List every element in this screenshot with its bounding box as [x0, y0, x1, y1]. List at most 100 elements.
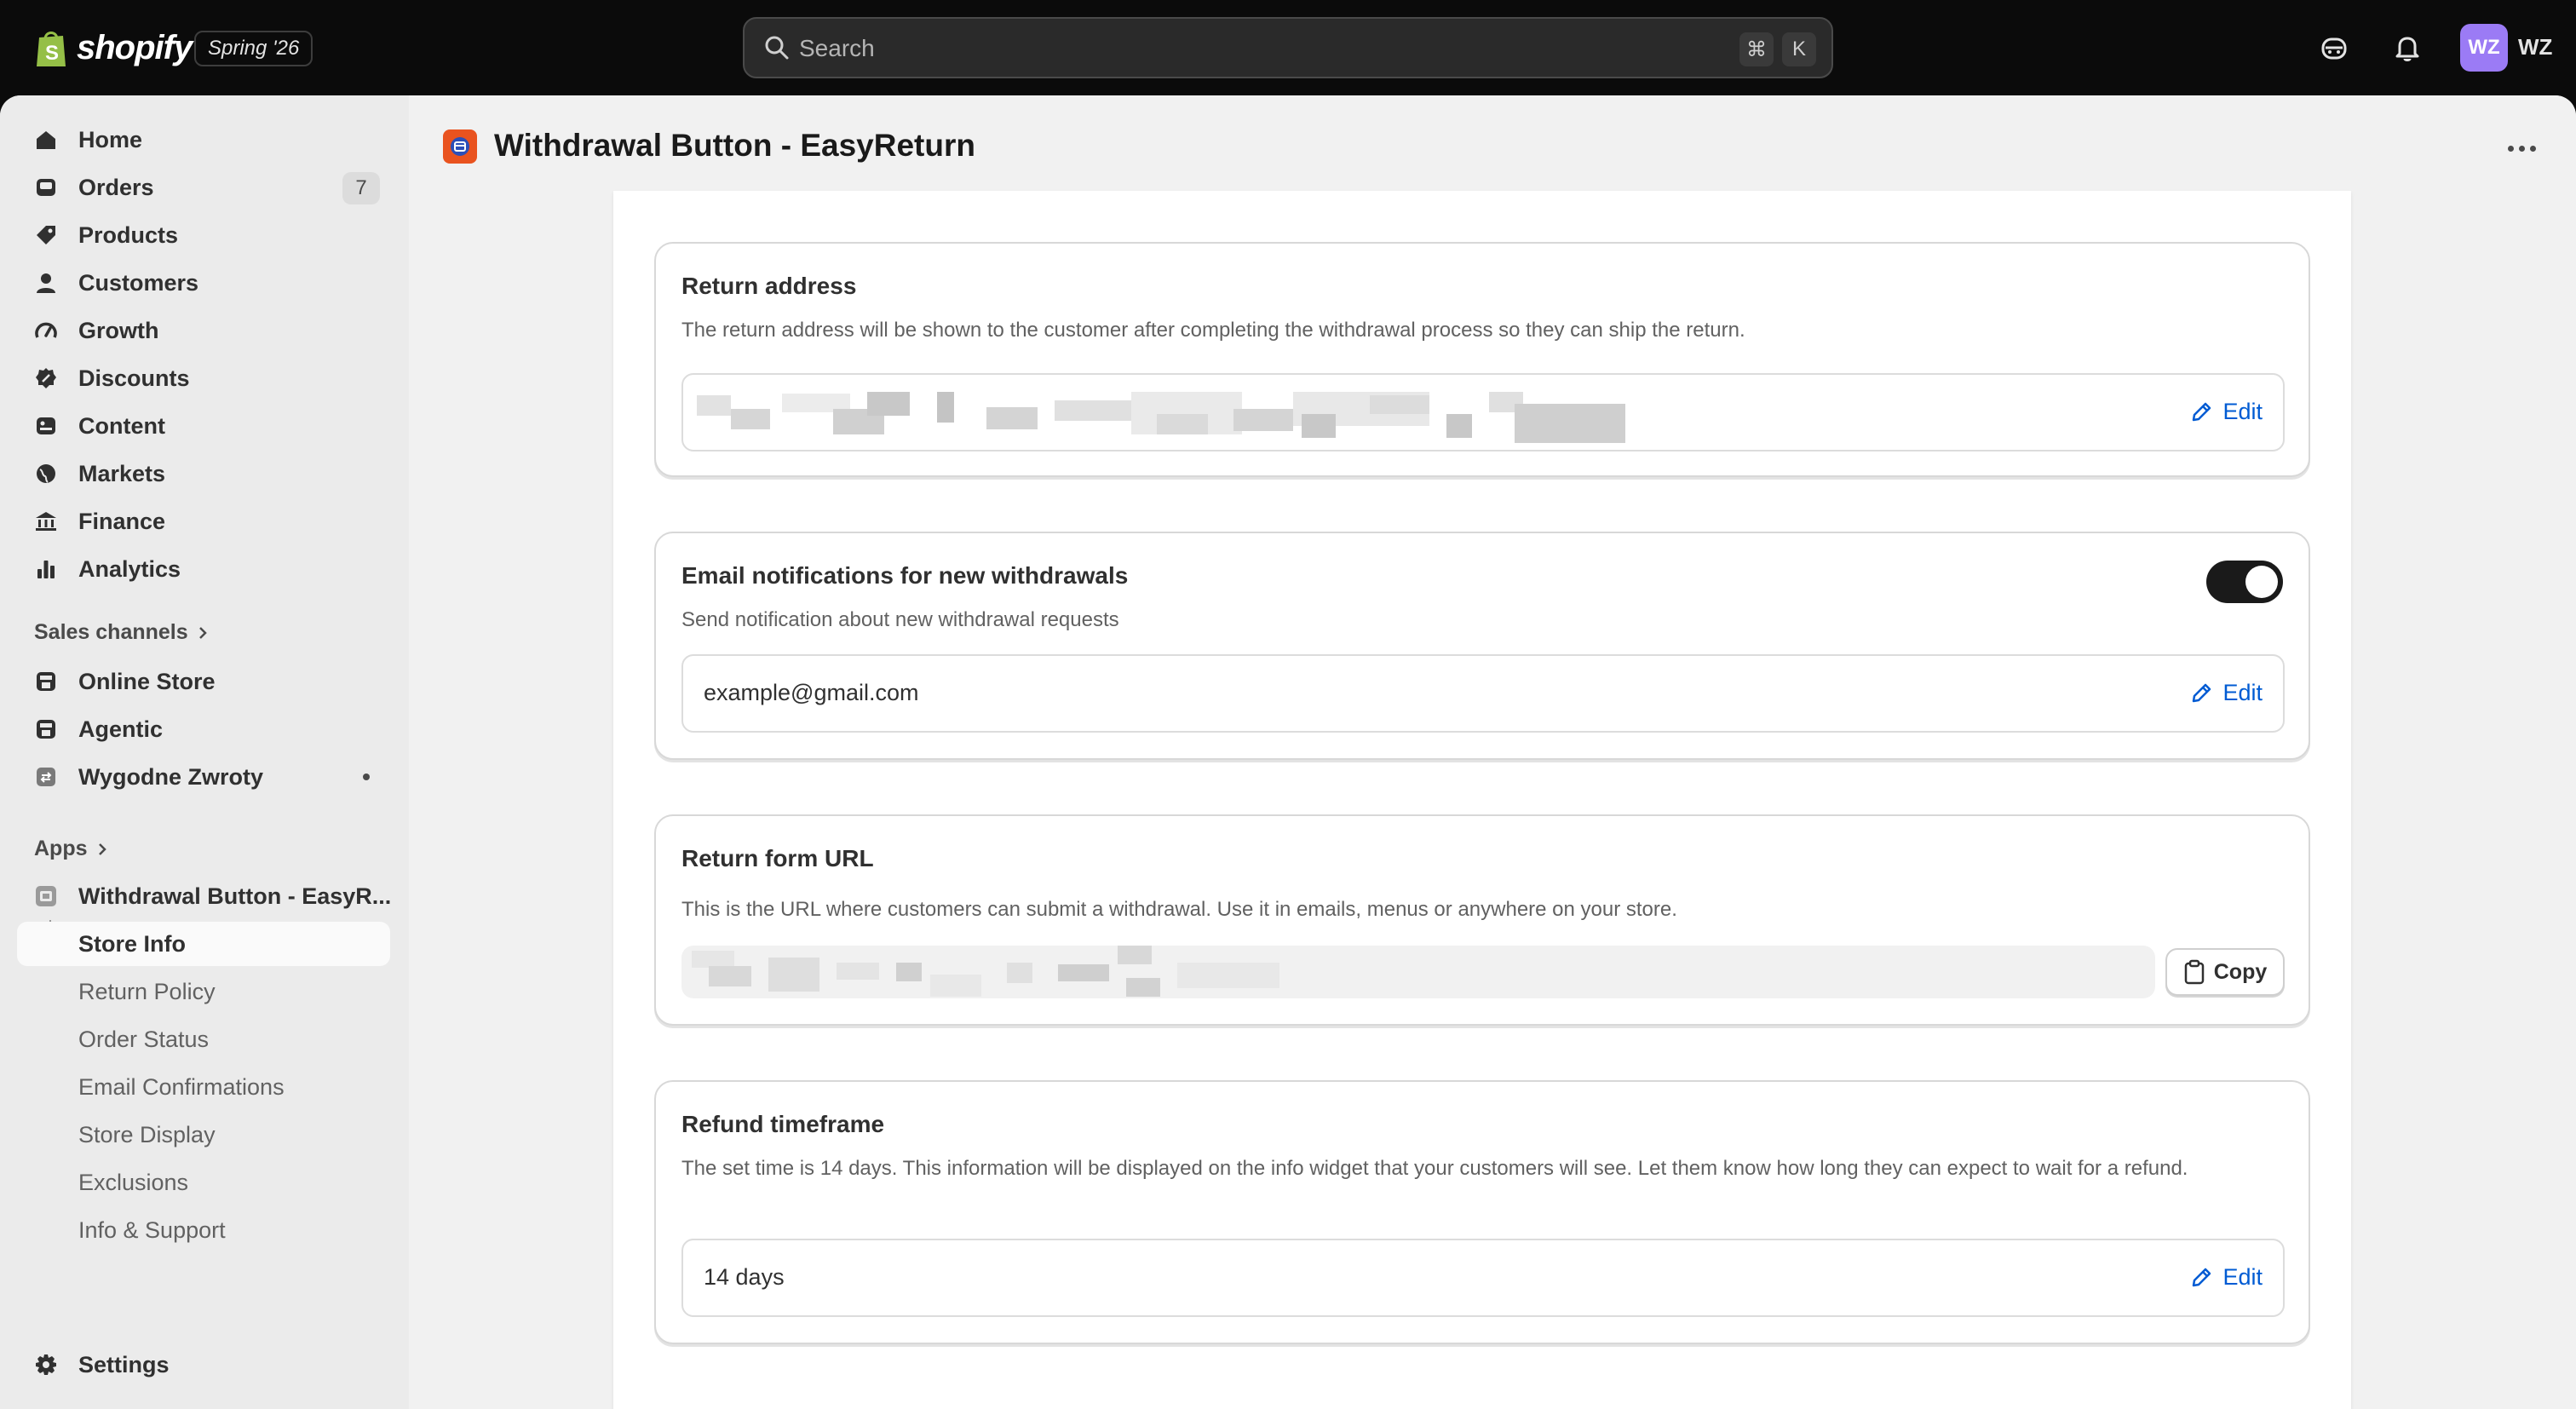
- sidebar-item-label: Products: [78, 221, 179, 248]
- sidebar-item-label: Customers: [78, 269, 199, 296]
- sidebar-item-label: Exclusions: [78, 1169, 189, 1195]
- search-bar[interactable]: Search ⌘ K: [743, 17, 1833, 78]
- section-title: Return address: [681, 273, 857, 299]
- discount-icon: [34, 366, 58, 390]
- bank-icon: [34, 509, 58, 533]
- shopify-logo[interactable]: S shopify: [34, 24, 193, 72]
- content-card: Return address The return address will b…: [613, 191, 2351, 1409]
- sidebar-item-label: Growth: [78, 317, 159, 343]
- copy-url-button[interactable]: Copy: [2165, 948, 2285, 996]
- sidebar-item-markets[interactable]: Markets: [17, 451, 390, 496]
- sales-channels-heading[interactable]: Sales channels: [34, 620, 209, 645]
- edit-return-address-button[interactable]: Edit: [2188, 399, 2263, 425]
- page-title: Withdrawal Button - EasyReturn: [494, 128, 975, 163]
- sidebar-item-exclusions[interactable]: Exclusions: [17, 1160, 390, 1205]
- sidebar-item-label: Markets: [78, 460, 166, 486]
- user-name[interactable]: WZ: [2518, 34, 2552, 60]
- section-title: Refund timeframe: [681, 1111, 885, 1137]
- sidebar-item-order-status[interactable]: Order Status: [17, 1017, 390, 1061]
- sales-channels-label: Sales channels: [34, 620, 188, 644]
- sidebar-item-label: Info & Support: [78, 1216, 226, 1243]
- pencil-icon: [2193, 1268, 2211, 1286]
- sidebar-item-content[interactable]: Content: [17, 404, 390, 448]
- shortcut-cmd-key: ⌘: [1739, 32, 1774, 66]
- pencil-icon: [2193, 402, 2211, 421]
- clipboard-icon: [2184, 959, 2204, 985]
- store-icon: [34, 717, 58, 741]
- more-actions-icon[interactable]: [2498, 133, 2545, 164]
- sidebar-item-agentic[interactable]: Agentic: [17, 707, 390, 751]
- sidebar-item-analytics[interactable]: Analytics: [17, 547, 390, 591]
- top-bar: S shopify Spring '26 Search ⌘ K WZ WZ: [0, 0, 2576, 95]
- edit-refund-timeframe-button[interactable]: Edit: [2188, 1264, 2263, 1291]
- shortcut-k-key: K: [1782, 32, 1816, 66]
- section-description: The set time is 14 days. This informatio…: [681, 1157, 2188, 1180]
- edit-label: Edit: [2222, 399, 2263, 424]
- section-title: Email notifications for new withdrawals: [681, 562, 1129, 589]
- svg-text:S: S: [45, 42, 59, 65]
- return-address-field: Edit: [681, 373, 2285, 451]
- unread-dot: [363, 774, 370, 780]
- sidebar-item-label: Withdrawal Button - EasyR...: [78, 883, 392, 909]
- sidebar-item-info-support[interactable]: Info & Support: [17, 1208, 390, 1252]
- sidebar-item-label: Analytics: [78, 555, 181, 582]
- sidebar-item-label: Return Policy: [78, 978, 216, 1004]
- sidebar-item-label: Orders: [78, 174, 154, 200]
- search-input[interactable]: Search: [799, 34, 875, 63]
- apps-label: Apps: [34, 837, 88, 860]
- notification-email-value: example@gmail.com: [704, 680, 919, 705]
- sidebar-item-store-display[interactable]: Store Display: [17, 1113, 390, 1157]
- sidebar-item-wygodne-zwroty[interactable]: Wygodne Zwroty: [17, 755, 390, 799]
- app-logo-icon: [443, 129, 477, 164]
- store-icon: [34, 670, 58, 693]
- sidebar-item-orders[interactable]: Orders 7: [17, 165, 390, 210]
- edition-badge[interactable]: Spring '26: [194, 31, 313, 66]
- sidebar-item-discounts[interactable]: Discounts: [17, 356, 390, 400]
- app-icon: [34, 884, 58, 908]
- section-title: Return form URL: [681, 845, 874, 871]
- globe-icon: [34, 462, 58, 486]
- sidebar-item-growth[interactable]: Growth: [17, 308, 390, 353]
- sidebar-item-online-store[interactable]: Online Store: [17, 659, 390, 704]
- return-address-section: Return address The return address will b…: [654, 242, 2310, 477]
- bar-chart-icon: [34, 557, 58, 581]
- orders-icon: [34, 175, 58, 199]
- bell-icon[interactable]: [2387, 27, 2428, 68]
- sidebar-item-label: Content: [78, 412, 165, 439]
- section-description: Send notification about new withdrawal r…: [681, 608, 1119, 631]
- sidebar-item-label: Agentic: [78, 716, 164, 742]
- sidebar-item-label: Store Display: [78, 1121, 216, 1147]
- sidebar-item-label: Finance: [78, 508, 166, 534]
- apps-heading[interactable]: Apps: [34, 837, 108, 861]
- sidebar-item-email-confirmations[interactable]: Email Confirmations: [17, 1065, 390, 1109]
- sidekick-icon[interactable]: [2314, 27, 2355, 68]
- sidebar-item-home[interactable]: Home: [17, 118, 390, 162]
- sidebar-item-label: Wygodne Zwroty: [78, 763, 264, 790]
- sidebar-item-label: Order Status: [78, 1026, 210, 1052]
- sidebar-item-settings[interactable]: Settings: [17, 1343, 390, 1387]
- sidebar-item-customers[interactable]: Customers: [17, 261, 390, 305]
- page-header: Withdrawal Button - EasyReturn: [409, 95, 2576, 191]
- notification-email-field: example@gmail.com Edit: [681, 654, 2285, 733]
- section-description: The return address will be shown to the …: [681, 319, 1745, 342]
- edit-notification-email-button[interactable]: Edit: [2188, 680, 2263, 706]
- redacted-address: [697, 383, 1625, 445]
- orders-count-badge: 7: [342, 172, 380, 204]
- sidebar-item-label: Home: [78, 126, 143, 152]
- sidebar-item-store-info[interactable]: Store Info: [17, 922, 390, 966]
- content-icon: [34, 414, 58, 438]
- avatar[interactable]: WZ: [2460, 24, 2508, 72]
- sidebar-item-label: Email Confirmations: [78, 1073, 285, 1100]
- chevron-right-icon: [198, 626, 207, 639]
- email-notifications-toggle[interactable]: [2206, 561, 2283, 603]
- sidebar-item-products[interactable]: Products: [17, 213, 390, 257]
- redacted-url: [692, 946, 1288, 998]
- return-form-url-section: Return form URL This is the URL where cu…: [654, 814, 2310, 1026]
- sidebar-item-return-policy[interactable]: Return Policy: [17, 969, 390, 1014]
- return-form-url-field[interactable]: [681, 946, 2155, 998]
- return-icon: [34, 765, 58, 789]
- sidebar-item-finance[interactable]: Finance: [17, 499, 390, 543]
- person-icon: [34, 271, 58, 295]
- sidebar-item-withdrawal-app[interactable]: Withdrawal Button - EasyR...: [17, 874, 392, 918]
- copy-label: Copy: [2213, 959, 2268, 984]
